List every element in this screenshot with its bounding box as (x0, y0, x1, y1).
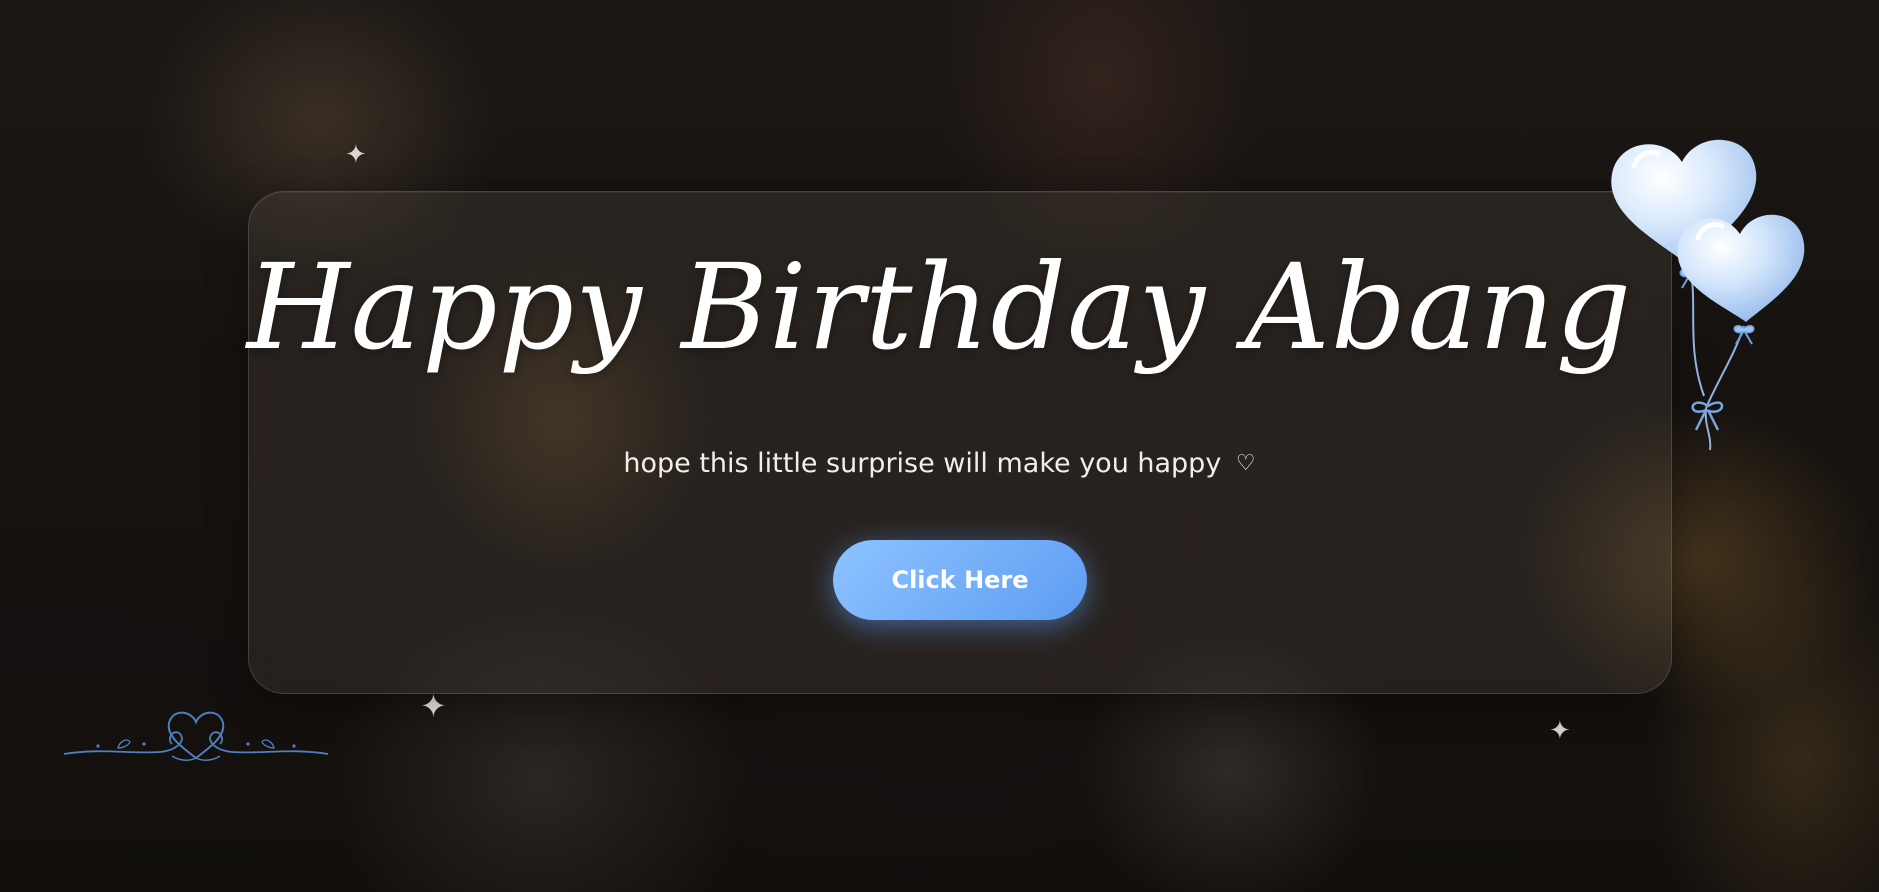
sparkle-icon: ✦ (420, 687, 447, 725)
click-here-button[interactable]: Click Here (833, 540, 1087, 620)
background-video: ✦ ✦ ✦ Happy Birthday Abang hope this lit… (0, 0, 1879, 892)
heart-swirl-divider-icon (63, 711, 329, 761)
sparkle-icon: ✦ (345, 140, 367, 170)
heart-balloons-icon (1611, 139, 1805, 451)
sparkle-icon: ✦ (1549, 716, 1571, 746)
subtitle-text: hope this little surprise will make you … (623, 448, 1222, 479)
heart-icon: ♡ (1235, 451, 1256, 476)
